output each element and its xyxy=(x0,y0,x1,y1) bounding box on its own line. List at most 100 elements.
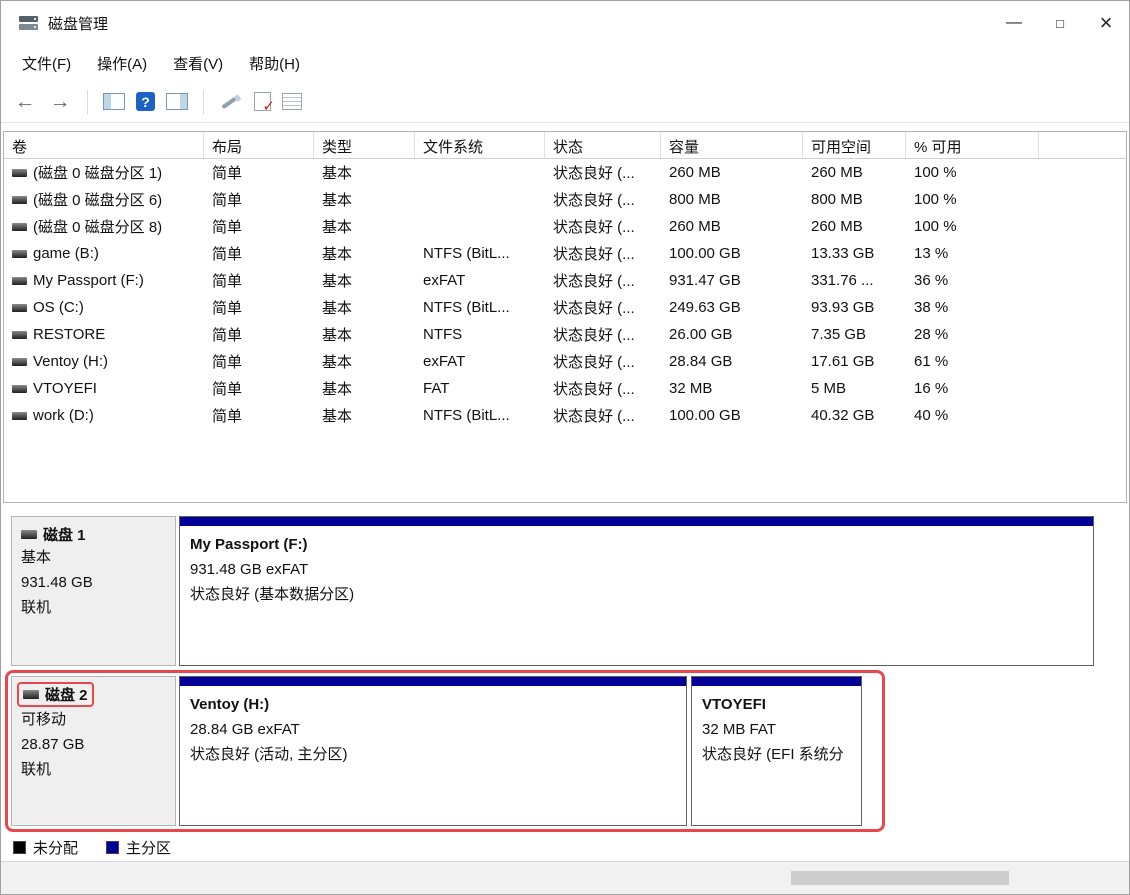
volume-cell: 260 MB xyxy=(803,159,906,186)
volume-row[interactable]: game (B:)简单基本NTFS (BitL...状态良好 (...100.0… xyxy=(4,240,1126,267)
disk-icon xyxy=(23,690,39,699)
volume-row[interactable]: Ventoy (H:)简单基本exFAT状态良好 (...28.84 GB17.… xyxy=(4,348,1126,375)
toolbar: ← →? ✓ xyxy=(1,81,1129,123)
volume-row[interactable]: OS (C:)简单基本NTFS (BitL...状态良好 (...249.63 … xyxy=(4,294,1126,321)
disk-attribute: 联机 xyxy=(21,758,166,782)
volume-cell: 状态良好 (... xyxy=(545,240,661,267)
disk-name-label: 磁盘 1 xyxy=(43,524,86,545)
volume-cell: 100 % xyxy=(906,213,1039,240)
volume-cell: NTFS (BitL... xyxy=(415,294,545,321)
volume-icon xyxy=(12,331,27,339)
volume-cell: 简单 xyxy=(204,375,314,402)
partition[interactable]: VTOYEFI32 MB FAT状态良好 (EFI 系统分 xyxy=(691,676,862,826)
toolbar-separator xyxy=(87,90,88,114)
partition-status: 状态良好 (基本数据分区) xyxy=(190,582,1083,607)
check-document-icon[interactable]: ✓ xyxy=(254,92,271,111)
volume-cell: 260 MB xyxy=(661,213,803,240)
volume-cell: 16 % xyxy=(906,375,1039,402)
volume-cell: 状态良好 (... xyxy=(545,375,661,402)
volume-cell: 简单 xyxy=(204,159,314,186)
table-body: (磁盘 0 磁盘分区 1)简单基本状态良好 (...260 MB260 MB10… xyxy=(4,159,1126,429)
partition-status: 状态良好 (活动, 主分区) xyxy=(190,742,676,767)
volume-cell: 基本 xyxy=(314,213,415,240)
disk-panel[interactable]: 磁盘 1基本931.48 GB联机 xyxy=(11,516,176,666)
volume-row[interactable]: VTOYEFI简单基本FAT状态良好 (...32 MB5 MB16 % xyxy=(4,375,1126,402)
partition-color-bar xyxy=(180,677,686,689)
maximize-button[interactable]: □ xyxy=(1037,1,1083,45)
volume-icon xyxy=(12,250,27,258)
column-header[interactable]: 类型 xyxy=(314,132,415,158)
column-header[interactable]: % 可用 xyxy=(906,132,1039,158)
disk-panel[interactable]: 磁盘 2可移动28.87 GB联机 xyxy=(11,676,176,826)
volume-cell: (磁盘 0 磁盘分区 1) xyxy=(4,159,204,186)
disk-management-window: 磁盘管理 — □ × 文件(F)操作(A)查看(V)帮助(H) ← →? ✓ 卷布局… xyxy=(0,0,1130,895)
volume-row[interactable]: (磁盘 0 磁盘分区 1)简单基本状态良好 (...260 MB260 MB10… xyxy=(4,159,1126,186)
help-icon[interactable]: ? xyxy=(136,92,155,111)
volume-cell: 基本 xyxy=(314,267,415,294)
volume-cell: 基本 xyxy=(314,321,415,348)
partition[interactable]: My Passport (F:)931.48 GB exFAT状态良好 (基本数… xyxy=(179,516,1094,666)
partition[interactable]: Ventoy (H:)28.84 GB exFAT状态良好 (活动, 主分区) xyxy=(179,676,687,826)
close-button[interactable]: × xyxy=(1083,1,1129,45)
column-header[interactable]: 卷 xyxy=(4,132,204,158)
volume-row[interactable]: RESTORE简单基本NTFS状态良好 (...26.00 GB7.35 GB2… xyxy=(4,321,1126,348)
partition-color-bar xyxy=(692,677,861,689)
forward-arrow-icon[interactable]: → xyxy=(48,90,72,114)
volume-cell: (磁盘 0 磁盘分区 8) xyxy=(4,213,204,240)
volume-cell: 基本 xyxy=(314,348,415,375)
column-header[interactable]: 布局 xyxy=(204,132,314,158)
menu-item[interactable]: 操作(A) xyxy=(84,47,160,80)
volume-cell: 简单 xyxy=(204,267,314,294)
scrollbar-thumb[interactable] xyxy=(791,871,1009,885)
volume-cell: 931.47 GB xyxy=(661,267,803,294)
volume-cell: NTFS (BitL... xyxy=(415,402,545,429)
volume-row[interactable]: (磁盘 0 磁盘分区 6)简单基本状态良好 (...800 MB800 MB10… xyxy=(4,186,1126,213)
column-header[interactable]: 文件系统 xyxy=(415,132,545,158)
legend-label: 未分配 xyxy=(33,837,78,858)
volume-cell: My Passport (F:) xyxy=(4,267,204,294)
partition-color-bar xyxy=(180,517,1093,529)
volume-cell: NTFS xyxy=(415,321,545,348)
volume-cell: 28.84 GB xyxy=(661,348,803,375)
partition-size: 931.48 GB exFAT xyxy=(190,557,1083,582)
status-strip xyxy=(1,861,1129,894)
title-bar: 磁盘管理 — □ × xyxy=(1,1,1129,45)
volume-row[interactable]: My Passport (F:)简单基本exFAT状态良好 (...931.47… xyxy=(4,267,1126,294)
volume-cell: 基本 xyxy=(314,375,415,402)
back-arrow-icon[interactable]: ← xyxy=(13,90,37,114)
volume-cell: 93.93 GB xyxy=(803,294,906,321)
volume-cell: 32 MB xyxy=(661,375,803,402)
disk-management-app-icon xyxy=(19,16,38,31)
action-pane-icon[interactable] xyxy=(166,93,188,110)
volume-cell: NTFS (BitL... xyxy=(415,240,545,267)
volume-cell: 61 % xyxy=(906,348,1039,375)
volume-cell: FAT xyxy=(415,375,545,402)
volume-cell: 13 % xyxy=(906,240,1039,267)
menu-item[interactable]: 查看(V) xyxy=(160,47,236,80)
disk-attribute: 基本 xyxy=(21,546,166,570)
legend-label: 主分区 xyxy=(126,837,171,858)
volume-cell xyxy=(415,159,545,186)
volume-cell: 简单 xyxy=(204,186,314,213)
menu-item[interactable]: 帮助(H) xyxy=(236,47,313,80)
legend-item: 未分配 xyxy=(13,837,78,858)
volume-icon xyxy=(12,196,27,204)
console-tree-icon[interactable] xyxy=(103,93,125,110)
column-header[interactable]: 可用空间 xyxy=(803,132,906,158)
volume-list: 卷布局类型文件系统状态容量可用空间% 可用 (磁盘 0 磁盘分区 1)简单基本状… xyxy=(3,131,1127,503)
volume-cell: 260 MB xyxy=(661,159,803,186)
partition-size: 28.84 GB exFAT xyxy=(190,717,676,742)
column-header[interactable]: 状态 xyxy=(545,132,661,158)
volume-cell: 100 % xyxy=(906,159,1039,186)
checklist-icon[interactable] xyxy=(282,93,302,110)
column-header[interactable]: 容量 xyxy=(661,132,803,158)
disk-row-1: 磁盘 1基本931.48 GB联机My Passport (F:)931.48 … xyxy=(11,516,1129,666)
menu-item[interactable]: 文件(F) xyxy=(9,47,84,80)
minimize-button[interactable]: — xyxy=(991,1,1037,45)
pen-icon[interactable] xyxy=(219,90,243,114)
volume-cell: 基本 xyxy=(314,294,415,321)
volume-row[interactable]: work (D:)简单基本NTFS (BitL...状态良好 (...100.0… xyxy=(4,402,1126,429)
volume-cell: 40.32 GB xyxy=(803,402,906,429)
partition-size: 32 MB FAT xyxy=(702,717,851,742)
volume-row[interactable]: (磁盘 0 磁盘分区 8)简单基本状态良好 (...260 MB260 MB10… xyxy=(4,213,1126,240)
